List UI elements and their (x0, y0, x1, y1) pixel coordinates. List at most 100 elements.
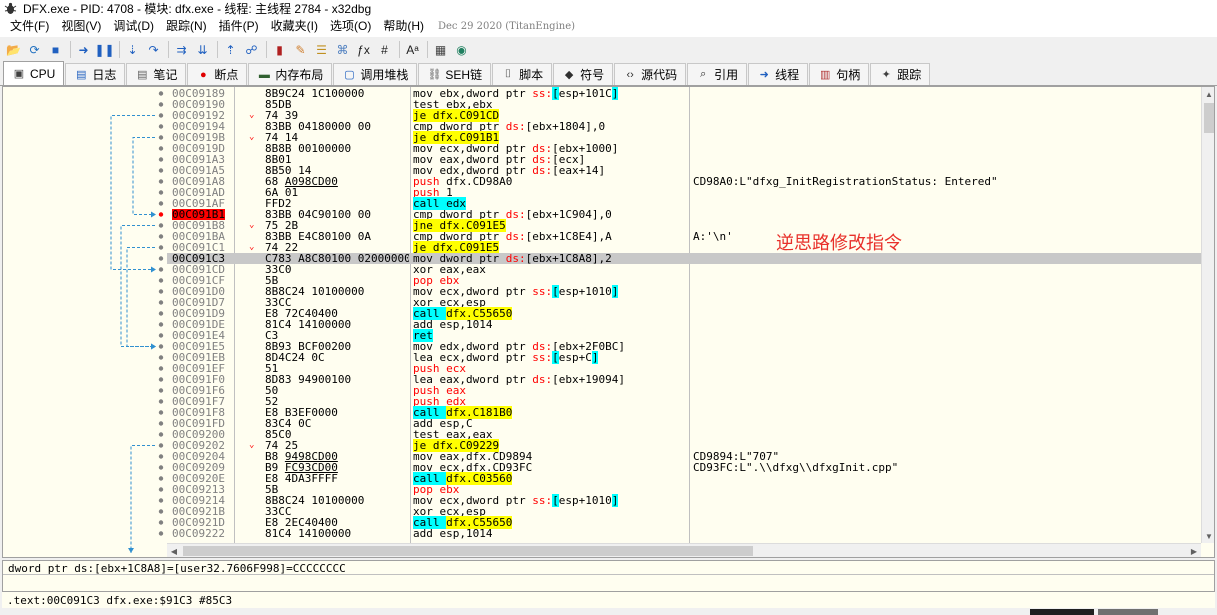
breakpoint-slot[interactable] (158, 465, 164, 470)
tab-seh[interactable]: ⛓ SEH链 (418, 63, 492, 85)
disasm-row[interactable]: 00C091D0 8B8C24 10100000 mov ecx,dword ptr… (167, 285, 1201, 298)
pause-icon[interactable]: ❚❚ (94, 40, 114, 59)
menu-item[interactable]: 收藏夹(I) (265, 16, 324, 37)
breakpoint-slot[interactable] (158, 146, 164, 151)
breakpoint-slot[interactable] (158, 476, 164, 481)
disasm-row[interactable]: 00C0919B ⌄ 74 14 je dfx.C091B1 (167, 131, 1201, 144)
breakpoint-slot[interactable] (158, 333, 164, 338)
menu-item[interactable]: 调试(D) (107, 16, 160, 37)
web-icon[interactable]: ◉ (452, 40, 471, 59)
disasm-row[interactable]: 00C091F7 52 push edx (167, 396, 1201, 407)
disasm-row[interactable]: 00C091D9 E8 72C40400 call dfx.C55650 (167, 307, 1201, 320)
breakpoint-slot[interactable] (158, 234, 164, 239)
breakpoint-slot[interactable] (158, 245, 164, 250)
disasm-row[interactable]: 00C091F0 8D83 94900100 lea eax,dword ptr d… (167, 374, 1201, 385)
disasm-row[interactable]: 00C09213 5B pop ebx (167, 484, 1201, 495)
breakpoint-dot[interactable] (158, 212, 164, 217)
breakpoint-slot[interactable] (158, 520, 164, 525)
tab-cpu[interactable]: ▣ CPU (3, 61, 65, 85)
step-over-icon[interactable]: ↷ (144, 40, 163, 59)
memory-icon[interactable]: ▦ (431, 40, 450, 59)
menu-item[interactable]: 跟踪(N) (160, 16, 213, 37)
breakpoint-slot[interactable] (158, 157, 164, 162)
tab-call-stack[interactable]: ▢ 调用堆栈 (333, 63, 418, 85)
breakpoint-slot[interactable] (158, 113, 164, 118)
disasm-row[interactable]: 00C091C1 ⌄ 74 22 je dfx.C091E5 (167, 241, 1201, 254)
disasm-row[interactable]: 00C0920E E8 4DA3FFFF call dfx.C03560 (167, 472, 1201, 485)
function-icon[interactable]: ƒx (354, 40, 373, 59)
tab-source[interactable]: ‹› 源代码 (614, 63, 687, 85)
breakpoint-slot[interactable] (158, 421, 164, 426)
disasm-row[interactable]: 00C0921B 33CC xor ecx,esp (167, 506, 1201, 517)
disasm-row[interactable]: 00C091EF 51 push ecx (167, 363, 1201, 374)
disasm-row[interactable]: 00C091FD 83C4 0C add esp,C (167, 418, 1201, 429)
disasm-row[interactable]: 00C091C3 C783 A8C80100 02000000 mov dword … (167, 253, 1201, 264)
label-icon[interactable]: ☰ (312, 40, 331, 59)
menu-item[interactable]: 视图(V) (55, 16, 107, 37)
tab-trace[interactable]: ✦ 跟踪 (870, 63, 931, 85)
disasm-row[interactable]: 00C091F6 50 push eax (167, 385, 1201, 396)
disasm-row[interactable]: 00C091B1 83BB 04C90100 00 cmp dword ptr ds… (167, 209, 1201, 220)
stop-icon[interactable]: ■ (46, 40, 65, 59)
disasm-row[interactable]: 00C09222 81C4 14100000 add esp,1014 (167, 528, 1201, 539)
breakpoint-slot[interactable] (158, 388, 164, 393)
patch-icon[interactable]: ▮ (270, 40, 289, 59)
breakpoint-slot[interactable] (158, 432, 164, 437)
menu-item[interactable]: 文件(F) (4, 16, 55, 37)
breakpoint-slot[interactable] (158, 289, 164, 294)
disasm-row[interactable]: 00C091CD 33C0 xor eax,eax (167, 264, 1201, 275)
tab-handles[interactable]: ▥ 句柄 (809, 63, 870, 85)
breakpoint-slot[interactable] (158, 399, 164, 404)
breakpoint-slot[interactable] (158, 366, 164, 371)
breakpoint-slot[interactable] (158, 443, 164, 448)
breakpoint-slot[interactable] (158, 168, 164, 173)
execute-till-return-icon[interactable]: ⇡ (221, 40, 240, 59)
tab-symbol[interactable]: ◆ 符号 (553, 63, 614, 85)
scroll-down-icon[interactable]: ▼ (1202, 529, 1214, 543)
disasm-row[interactable]: 00C091A5 8B50 14 mov edx,dword ptr ds:[eax… (167, 165, 1201, 176)
disasm-row[interactable]: 00C091A3 8B01 mov eax,dword ptr ds:[ecx] (167, 154, 1201, 165)
disassembly-listing[interactable]: 00C09189 8B9C24 1C100000 mov ebx,dword ptr… (167, 87, 1201, 543)
disasm-row[interactable]: 00C091EB 8D4C24 0C lea ecx,dword ptr ss:[e… (167, 351, 1201, 364)
menu-item[interactable]: 帮助(H) (377, 16, 430, 37)
breakpoint-slot[interactable] (158, 509, 164, 514)
menu-item[interactable]: 插件(P) (213, 16, 265, 37)
open-icon[interactable]: 📂 (4, 40, 23, 59)
scroll-right-icon[interactable]: ▶ (1187, 544, 1201, 557)
disasm-row[interactable]: 00C091CF 5B pop ebx (167, 275, 1201, 286)
disasm-row[interactable]: 00C091A8 68 A098CD00 push dfx.CD98A0 CD98A0… (167, 176, 1201, 187)
tab-script[interactable]: ⌷ 脚本 (492, 63, 553, 85)
restart-icon[interactable]: ⟳ (25, 40, 44, 59)
breakpoint-slot[interactable] (158, 179, 164, 184)
disasm-row[interactable]: 00C091DE 81C4 14100000 add esp,1014 (167, 319, 1201, 330)
run-to-user-code-icon[interactable]: ☍ (242, 40, 261, 59)
breakpoint-slot[interactable] (158, 498, 164, 503)
scroll-up-icon[interactable]: ▲ (1202, 87, 1214, 101)
tab-notes[interactable]: ▤ 笔记 (126, 63, 187, 85)
breakpoint-slot[interactable] (158, 135, 164, 140)
bookmark-icon[interactable]: ⌘ (333, 40, 352, 59)
tab-log[interactable]: ▤ 日志 (65, 63, 126, 85)
breakpoint-slot[interactable] (158, 410, 164, 415)
hscroll-thumb[interactable] (183, 546, 753, 556)
tab-threads[interactable]: ➜ 线程 (748, 63, 809, 85)
vertical-scrollbar[interactable]: ▲ ▼ (1201, 87, 1214, 543)
horizontal-scrollbar[interactable]: ◀ ▶ (167, 543, 1201, 557)
disasm-row[interactable]: 00C09189 8B9C24 1C100000 mov ebx,dword ptr… (167, 87, 1201, 100)
menu-item[interactable]: 选项(O) (324, 16, 377, 37)
disasm-row[interactable]: 00C091F8 E8 B3EF0000 call dfx.C181B0 (167, 406, 1201, 419)
breakpoint-slot[interactable] (158, 377, 164, 382)
breakpoint-slot[interactable] (158, 531, 164, 536)
breakpoint-slot[interactable] (158, 267, 164, 272)
scroll-left-icon[interactable]: ◀ (167, 544, 181, 557)
breakpoint-slot[interactable] (158, 201, 164, 206)
disasm-row[interactable]: 00C091E4 C3 ret (167, 329, 1201, 342)
breakpoint-slot[interactable] (158, 322, 164, 327)
disasm-row[interactable]: 00C09202 ⌄ 74 25 je dfx.C09229 (167, 439, 1201, 452)
disasm-row[interactable]: 00C09214 8B8C24 10100000 mov ecx,dword ptr… (167, 494, 1201, 507)
disasm-row[interactable]: 00C09200 85C0 test eax,eax (167, 429, 1201, 440)
tab-memory-map[interactable]: ▬ 内存布局 (248, 63, 333, 85)
breakpoint-slot[interactable] (158, 355, 164, 360)
trace-into-icon[interactable]: ⇉ (172, 40, 191, 59)
trace-over-icon[interactable]: ⇊ (193, 40, 212, 59)
